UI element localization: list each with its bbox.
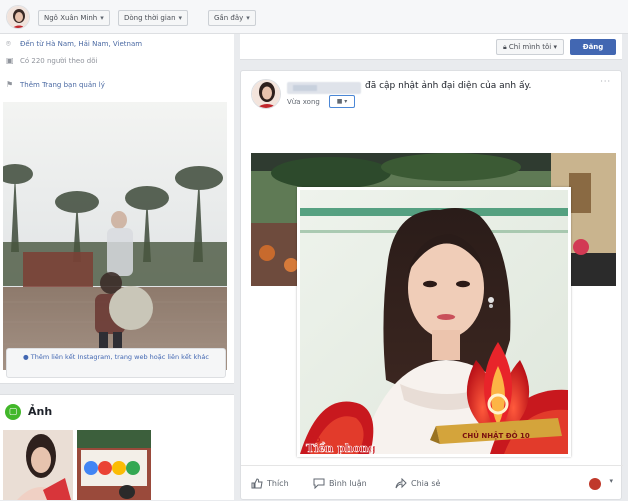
name-dropdown[interactable]: Ngô Xuân Minh ▾ [38, 10, 110, 26]
chevron-down-icon: ▾ [553, 43, 557, 51]
name-label: Ngô Xuân Minh [44, 14, 98, 22]
photos-icon: ▢ [5, 404, 21, 420]
profile-picture: CHỦ NHẬT ĐỎ 10 BÁO Tiền phong [300, 190, 568, 454]
profile-topbar: Ngô Xuân Minh ▾ Dòng thời gian ▾ Gần đây ▾ [0, 0, 628, 34]
timeline-label: Dòng thời gian [124, 14, 176, 22]
comment-button[interactable]: Bình luận [313, 478, 367, 489]
location-pin-icon: ⌾ [6, 39, 11, 48]
share-icon [395, 478, 407, 489]
flag-icon: ⚑ [6, 80, 14, 89]
share-button[interactable]: Chia sẻ [395, 478, 440, 489]
chevron-down-icon: ▾ [178, 14, 183, 22]
post-button[interactable]: Đăng [570, 39, 616, 55]
recent-dropdown[interactable]: Gần đây ▾ [208, 10, 256, 26]
privacy-selector[interactable]: 🔒︎ Chỉ mình tôi ▾ [495, 39, 564, 55]
lock-icon: ■ [336, 98, 343, 105]
lives-in-text[interactable]: Đến từ Hà Nam, Hải Nam, Vietnam [20, 40, 142, 48]
comment-icon [313, 478, 325, 489]
badge-text: CHỦ NHẬT ĐỎ 10 [462, 430, 530, 440]
privacy-label: Chỉ mình tôi [508, 43, 552, 51]
thumbnail-image [3, 430, 73, 500]
chevron-down-icon[interactable]: ▾ [609, 477, 613, 485]
profile-picture-frame[interactable]: CHỦ NHẬT ĐỎ 10 BÁO Tiền phong [297, 187, 571, 457]
profile-picture-update[interactable]: CHỦ NHẬT ĐỎ 10 BÁO Tiền phong [251, 153, 616, 457]
add-links-text: Thêm liên kết Instagram, trang web hoặc … [30, 353, 209, 361]
like-label: Thích [267, 479, 289, 488]
intro-card: ⌾ Đến từ Hà Nam, Hải Nam, Vietnam ▣ Có 2… [0, 34, 234, 384]
followers-icon: ▣ [6, 56, 14, 65]
watermark-brand: Tiền phong [306, 442, 376, 454]
chevron-down-icon: ▾ [344, 98, 348, 105]
timeline-dropdown[interactable]: Dòng thời gian ▾ [118, 10, 189, 26]
add-featured-link[interactable]: Thêm Trang bạn quản lý [20, 81, 105, 89]
intro-followers: ▣ Có 220 người theo dõi [6, 56, 97, 66]
followers-text[interactable]: Có 220 người theo dõi [20, 57, 97, 65]
featured-photo-image [3, 102, 227, 370]
photo-thumbnail[interactable] [77, 430, 151, 500]
info-icon: ● [23, 353, 29, 361]
comment-label: Bình luận [329, 479, 367, 488]
post-author-avatar[interactable] [251, 79, 281, 109]
feed-post: đã cập nhật ảnh đại diện của anh ấy. Vừa… [240, 70, 623, 501]
post-audience-button[interactable]: ■ ▾ [329, 95, 355, 108]
intro-add-featured[interactable]: ⚑ Thêm Trang bạn quản lý [6, 80, 105, 90]
intro-lives-in: ⌾ Đến từ Hà Nam, Hải Nam, Vietnam [6, 39, 142, 49]
add-links-button[interactable]: ● Thêm liên kết Instagram, trang web hoặ… [6, 348, 226, 378]
thumbs-up-icon [251, 478, 263, 489]
reaction-avatar[interactable] [589, 478, 601, 490]
post-timestamp[interactable]: Vừa xong [287, 98, 320, 106]
like-button[interactable]: Thích [251, 478, 289, 489]
post-author-name-redacted[interactable] [287, 82, 361, 94]
more-options-icon[interactable]: ··· [600, 77, 611, 86]
post-footer: Thích Bình luận Chia sẻ ▾ [241, 465, 623, 501]
recent-label: Gần đây [214, 14, 244, 22]
composer-bar: 🔒︎ Chỉ mình tôi ▾ Đăng [240, 34, 622, 60]
chevron-down-icon: ▾ [246, 14, 250, 22]
post-action-text: đã cập nhật ảnh đại diện của anh ấy. [365, 81, 532, 91]
right-column: 🔒︎ Chỉ mình tôi ▾ Đăng đã cập nhật ảnh đ… [240, 34, 623, 501]
share-label: Chia sẻ [411, 479, 441, 488]
photos-title[interactable]: Ảnh [28, 405, 52, 418]
chevron-down-icon: ▾ [100, 14, 104, 22]
lock-icon: 🔒︎ [502, 43, 507, 51]
avatar[interactable] [6, 5, 30, 29]
featured-photo[interactable] [3, 102, 227, 370]
photo-thumbnail[interactable] [3, 430, 73, 500]
thumbnail-image [77, 430, 151, 500]
